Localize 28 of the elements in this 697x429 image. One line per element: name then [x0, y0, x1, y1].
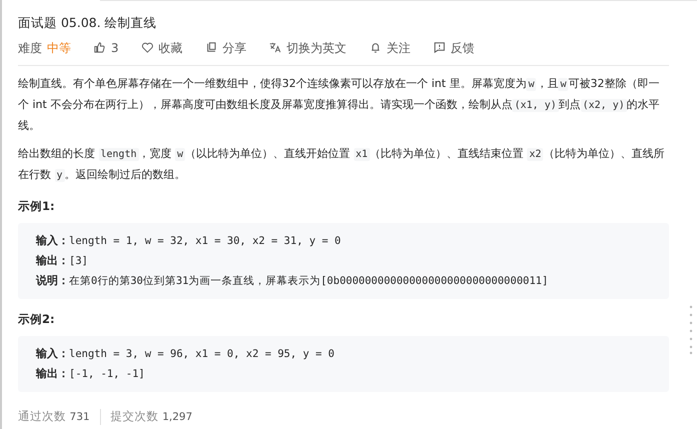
description-paragraph: 绘制直线。有个单色屏幕存储在一个一维数组中，使得32个连续像素可以存放在一个 int 里。屏幕宽度为 w ，且 w 可被32整除（即一个 int 不会分布在两行上），屏幕高度可由数组长度及屏幕宽度推算得出。请实现一个函数，绘制从点 (x1, y) 到点 (x2, y) 的水平线。: [18, 76, 661, 134]
stat-label: 通过次数: [18, 409, 66, 424]
thumbs-up-icon: [93, 41, 106, 54]
feedback-icon: [432, 41, 446, 54]
difficulty-label: 难度: [18, 40, 42, 57]
problem-title: 面试题 05.08. 绘制直线: [18, 14, 158, 32]
example-line: 说明：在第0行的第30位到第31为画一条直线，屏幕表示为[0b00000000000000000000000000000011]: [36, 273, 550, 289]
example-line: 输出：[3]: [36, 253, 89, 269]
example-line: 输出：[-1, -1, -1]: [36, 366, 146, 382]
stat-value: 731: [70, 411, 90, 424]
example-line: 输入：length = 3, w = 96, x1 = 0, x2 = 95, y = 0: [36, 346, 336, 362]
example-heading: 示例2:: [18, 311, 56, 328]
bell-button[interactable]: 关注: [368, 38, 411, 57]
share-button[interactable]: 分享: [204, 38, 247, 57]
stat-value: 1,297: [162, 411, 192, 424]
resize-handle-icon[interactable]: [689, 305, 693, 355]
heart-icon: [140, 41, 154, 54]
description-paragraph: 给出数组的长度 length ，宽度 w （以比特为单位）、直线开始位置 x1 （比特为单位）、直线结束位置 x2 （比特为单位）、直线所在行数 y 。返回绘制过后的数组。: [18, 146, 666, 184]
share-icon: [204, 41, 218, 54]
stat-label: 提交次数: [110, 409, 159, 424]
translate-icon: [268, 41, 282, 54]
example-heading: 示例1:: [18, 198, 56, 215]
translate-button[interactable]: 切换为英文: [268, 38, 347, 57]
example-line: 输入：length = 1, w = 32, x1 = 30, x2 = 31, y = 0: [36, 233, 342, 249]
difficulty-value: 中等: [47, 40, 71, 57]
star-button[interactable]: 收藏: [140, 38, 183, 57]
feedback-button[interactable]: 反馈: [432, 38, 475, 57]
like-button[interactable]: 3: [93, 38, 119, 57]
